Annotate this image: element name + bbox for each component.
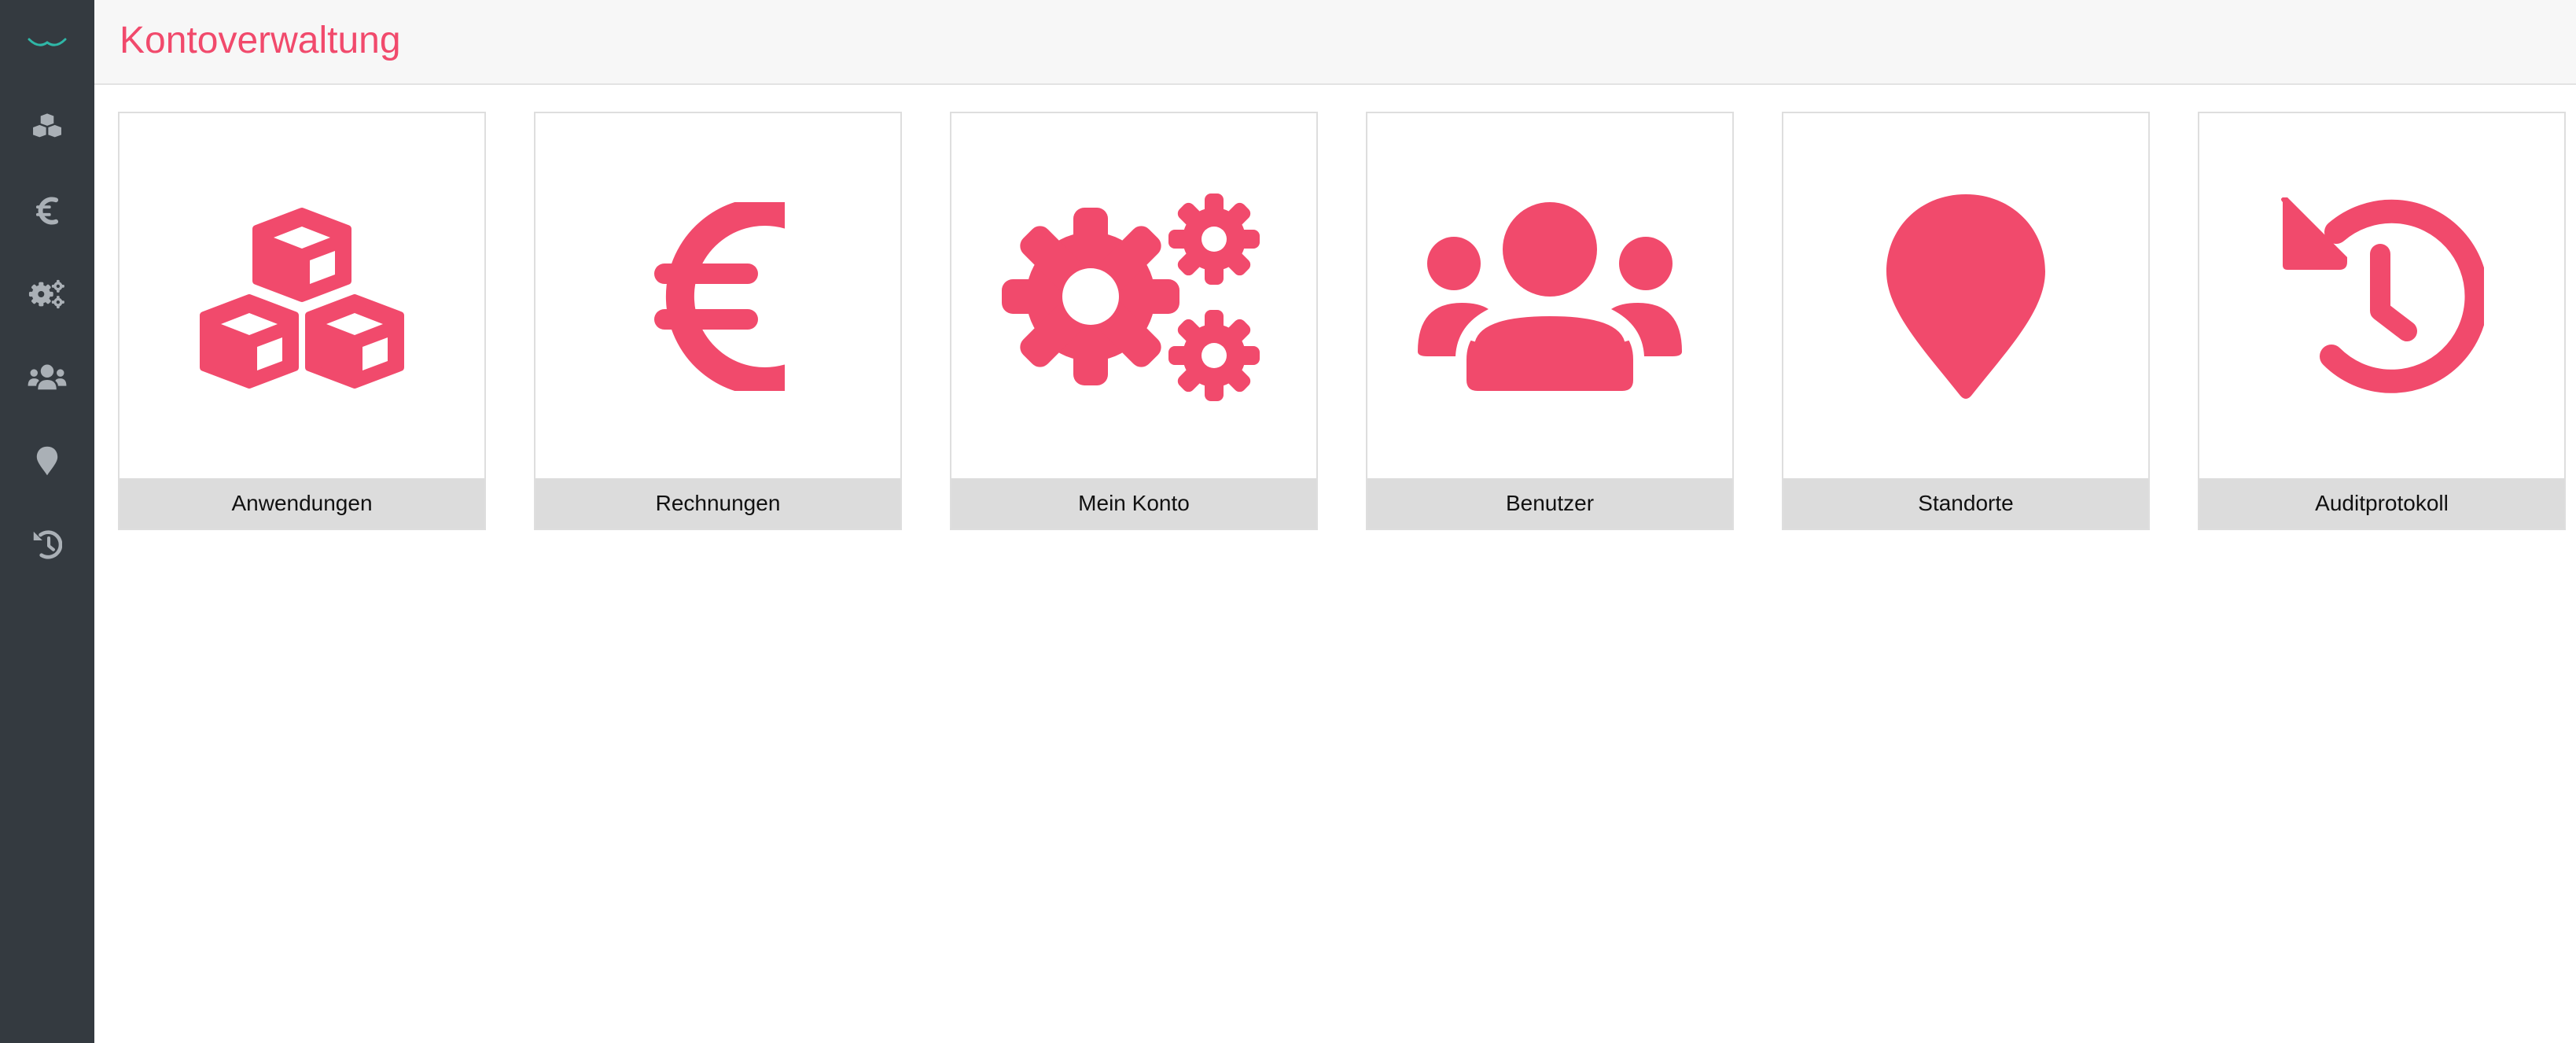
sidebar-item-standorte[interactable] <box>0 422 94 500</box>
tile-label: Mein Konto <box>951 478 1316 529</box>
cubes-icon <box>33 113 61 138</box>
tile-label: Auditprotokoll <box>2199 478 2564 529</box>
sidebar-item-benutzer[interactable] <box>0 338 94 417</box>
tile-mein-konto[interactable]: Mein Konto <box>950 112 1318 530</box>
sidebar <box>0 0 94 1043</box>
euro-icon <box>35 197 59 225</box>
map-marker-icon <box>1886 194 2045 399</box>
tile-anwendungen[interactable]: Anwendungen <box>118 112 486 530</box>
page-title: Kontoverwaltung <box>120 20 401 61</box>
gears-icon <box>1002 193 1260 401</box>
users-icon <box>1418 202 1682 391</box>
gears-icon <box>28 279 64 309</box>
tile-icon-wrap <box>2199 113 2564 480</box>
tile-icon-wrap <box>120 113 484 480</box>
sidebar-item-mein-konto[interactable] <box>0 255 94 334</box>
tile-auditprotokoll[interactable]: Auditprotokoll <box>2198 112 2566 530</box>
tile-standorte[interactable]: Standorte <box>1782 112 2150 530</box>
app-window: Kontoverwaltung Anwendungen Rechnungen M… <box>0 0 2576 1043</box>
tile-icon-wrap <box>951 113 1316 480</box>
tile-label: Standorte <box>1783 478 2148 529</box>
tile-label: Rechnungen <box>535 478 900 529</box>
map-marker-icon <box>36 446 58 476</box>
logo-icon <box>28 38 67 46</box>
tile-label: Anwendungen <box>120 478 484 529</box>
history-icon <box>33 530 62 559</box>
tile-icon-wrap <box>1783 113 2148 480</box>
cubes-icon <box>196 202 408 391</box>
tile-label: Benutzer <box>1367 478 1732 529</box>
tile-icon-wrap <box>535 113 900 480</box>
tile-icon-wrap <box>1367 113 1732 480</box>
sidebar-item-auditprotokoll[interactable] <box>0 505 94 584</box>
users-icon <box>28 364 67 390</box>
tile-benutzer[interactable]: Benutzer <box>1366 112 1734 530</box>
header: Kontoverwaltung <box>94 0 2576 85</box>
history-icon <box>2281 197 2484 393</box>
sidebar-item-anwendungen[interactable] <box>0 88 94 167</box>
tile-rechnungen[interactable]: Rechnungen <box>534 112 902 530</box>
euro-icon <box>654 202 785 391</box>
logo[interactable] <box>0 19 94 66</box>
sidebar-item-rechnungen[interactable] <box>0 171 94 250</box>
